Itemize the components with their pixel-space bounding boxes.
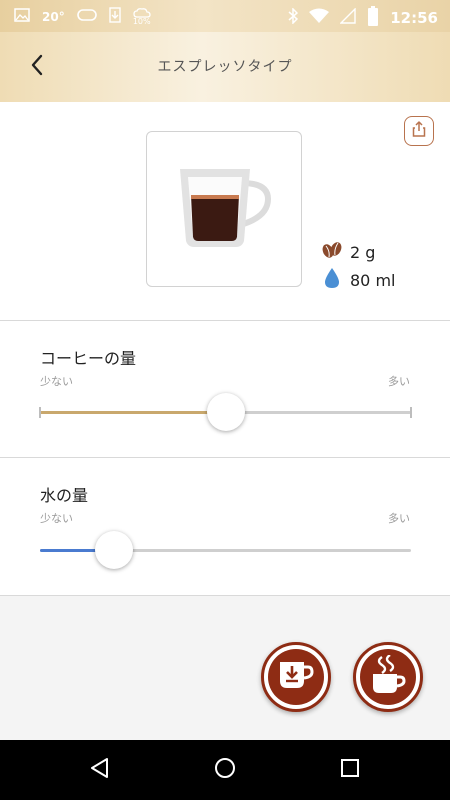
screen: 20° 10% 12:56 エスプレッソタイプ 2 g 80 ml コーヒーの量… [0,0,450,800]
page-title: エスプレッソタイプ [157,59,293,75]
water-slider[interactable] [40,531,411,569]
bluetooth-icon [288,7,299,28]
cup-image-frame [146,131,302,287]
signal-icon [339,7,356,28]
wifi-icon [309,8,330,28]
coffee-beans-icon [322,241,342,263]
coffee-min-label: 少ない [40,375,73,388]
oval-icon [76,8,97,26]
image-icon [14,8,30,26]
water-amount-text: 80 ml [350,270,396,290]
divider [0,595,450,596]
drink-specs: 2 g 80 ml [322,238,395,294]
water-slider-title: 水の量 [40,486,89,505]
cloud-battery-icon: 10% [133,8,151,26]
temperature-text: 20° [42,10,65,24]
battery-mini-label: 10% [132,17,151,26]
water-max-label: 多い [388,512,410,525]
coffee-slider-min-tick [39,407,41,418]
app-bar: エスプレッソタイプ [0,32,450,102]
download-icon [109,7,121,27]
action-area [0,598,450,740]
coffee-amount-section: コーヒーの量 少ない 多い [0,321,450,457]
drink-summary: 2 g 80 ml [0,102,450,320]
status-bar: 20° 10% 12:56 [0,0,450,32]
water-slider-thumb[interactable] [95,531,133,569]
square-recents-icon [339,757,361,783]
coffee-slider-title: コーヒーの量 [40,349,137,368]
nav-back-button[interactable] [85,755,115,785]
navigation-bar [0,740,450,800]
water-min-label: 少ない [40,512,73,525]
water-amount-row: 80 ml [322,266,395,294]
espresso-cup-icon [176,165,272,253]
triangle-back-icon [89,757,111,783]
coffee-slider-fill [40,411,226,414]
water-amount-section: 水の量 少ない 多い [0,458,450,595]
coffee-slider[interactable] [39,393,412,431]
cup-download-icon [278,659,314,695]
battery-icon [367,6,379,30]
share-button[interactable] [404,116,434,146]
save-recipe-button[interactable] [261,642,331,712]
brew-button[interactable] [353,642,423,712]
share-icon [411,121,427,141]
clock: 12:56 [390,9,438,27]
coffee-max-label: 多い [388,375,410,388]
water-drop-icon [322,267,342,293]
coffee-amount-text: 2 g [350,242,376,262]
hot-cup-icon [370,654,406,699]
coffee-amount-row: 2 g [322,238,395,266]
nav-home-button[interactable] [210,755,240,785]
circle-home-icon [213,756,237,784]
coffee-slider-thumb[interactable] [207,393,245,431]
nav-recents-button[interactable] [335,755,365,785]
coffee-slider-max-tick [410,407,412,418]
